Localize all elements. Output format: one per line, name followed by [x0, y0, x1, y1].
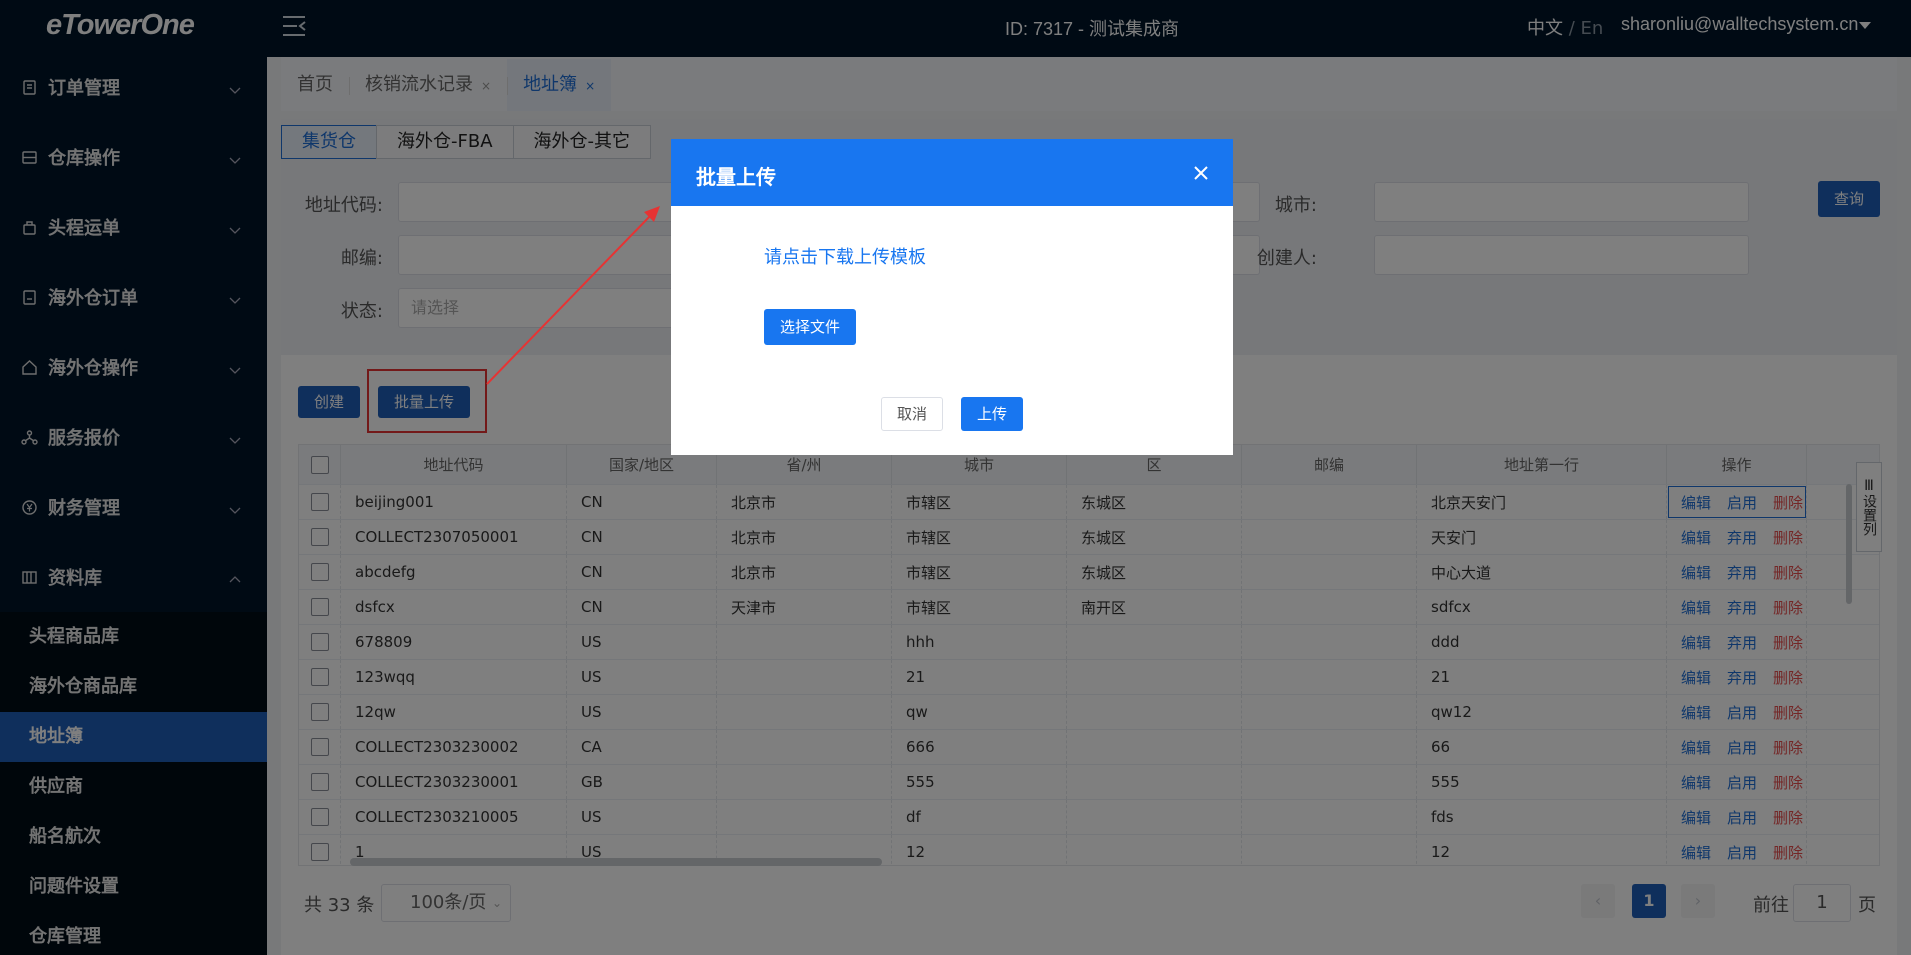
choose-file-button[interactable]: 选择文件	[764, 309, 856, 345]
batch-upload-dialog: 批量上传 请点击下载上传模板 选择文件 取消 上传	[671, 139, 1233, 455]
app-root: eTowerOne 订单管理仓库操作头程运单海外仓订单海外仓操作服务报价财务管理…	[0, 0, 1911, 955]
cancel-button[interactable]: 取消	[881, 397, 943, 431]
dialog-title: 批量上传	[696, 165, 776, 189]
close-icon[interactable]	[1193, 165, 1209, 181]
dialog-header: 批量上传	[671, 139, 1233, 206]
download-template-link[interactable]: 请点击下载上传模板	[764, 243, 926, 269]
upload-button[interactable]: 上传	[961, 397, 1023, 431]
